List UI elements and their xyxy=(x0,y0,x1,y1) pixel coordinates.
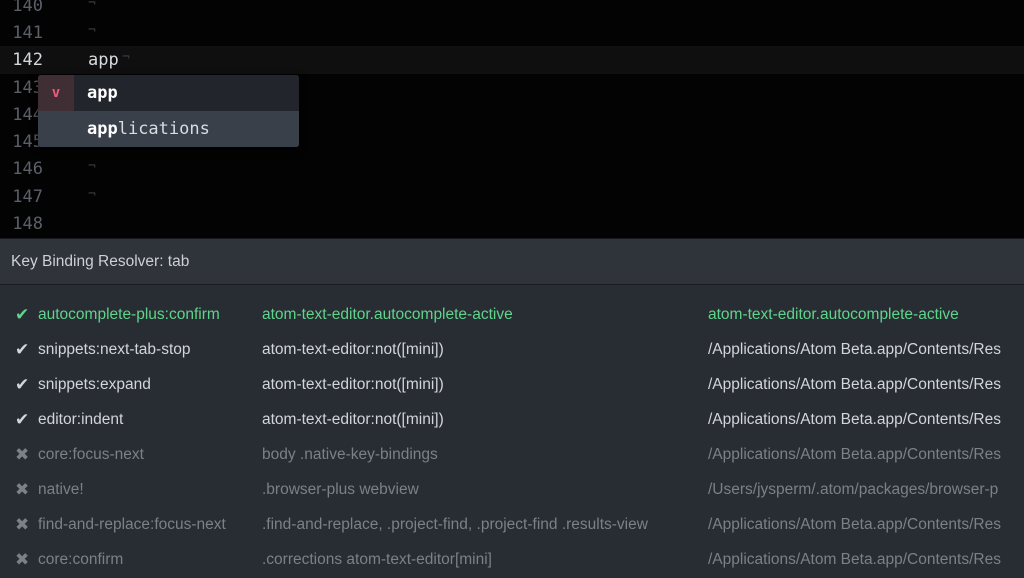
binding-source[interactable]: atom-text-editor.autocomplete-active xyxy=(708,306,959,324)
line-number: 142 xyxy=(12,50,43,70)
variable-type-badge: v xyxy=(38,75,74,111)
cross-icon: ✖ xyxy=(15,515,30,534)
binding-selector: atom-text-editor:not([mini]) xyxy=(262,376,444,393)
autocomplete-suggestion[interactable]: applications xyxy=(38,111,299,147)
resolver-header: Key Binding Resolver: tab xyxy=(0,239,1024,285)
binding-selector: .browser-plus webview xyxy=(262,481,419,498)
binding-row[interactable]: ✖ core:confirm .corrections atom-text-ed… xyxy=(0,543,1024,578)
eol-marker: ¬ xyxy=(88,0,96,11)
line-number: 144 xyxy=(12,105,43,125)
editor-line[interactable]: 147 ¬ xyxy=(0,183,1024,211)
autocomplete-suggestion-selected[interactable]: v app xyxy=(38,75,299,111)
suggestion-rest: lications xyxy=(117,119,210,139)
binding-selector: .corrections atom-text-editor[mini] xyxy=(262,551,492,568)
binding-row[interactable]: ✔ autocomplete-plus:confirm atom-text-ed… xyxy=(0,298,1024,333)
suggestion-label: applications xyxy=(87,119,210,139)
editor-line-current[interactable]: 142 app ¬ xyxy=(0,46,1024,74)
binding-selector: atom-text-editor:not([mini]) xyxy=(262,341,444,358)
binding-command: find-and-replace:focus-next xyxy=(38,516,226,533)
check-icon: ✔ xyxy=(15,305,30,324)
line-number: 147 xyxy=(12,187,43,207)
binding-row[interactable]: ✖ core:focus-next body .native-key-bindi… xyxy=(0,438,1024,473)
binding-row[interactable]: ✔ editor:indent atom-text-editor:not([mi… xyxy=(0,403,1024,438)
resolver-title: Key Binding Resolver: tab xyxy=(11,253,190,270)
editor-line[interactable]: 146 ¬ xyxy=(0,155,1024,183)
binding-row[interactable]: ✔ snippets:next-tab-stop atom-text-edito… xyxy=(0,333,1024,368)
suggestion-match: app xyxy=(87,83,118,103)
binding-source[interactable]: /Applications/Atom Beta.app/Contents/Res xyxy=(708,411,1001,429)
eol-marker: ¬ xyxy=(122,50,130,65)
binding-command: autocomplete-plus:confirm xyxy=(38,306,220,323)
binding-source[interactable]: /Applications/Atom Beta.app/Contents/Res xyxy=(708,551,1001,569)
autocomplete-popup: v app applications xyxy=(38,75,299,147)
binding-selector: atom-text-editor.autocomplete-active xyxy=(262,306,513,323)
suggestion-match: app xyxy=(87,119,118,139)
cross-icon: ✖ xyxy=(15,480,30,499)
binding-command: editor:indent xyxy=(38,411,124,428)
cross-icon: ✖ xyxy=(15,445,30,464)
check-icon: ✔ xyxy=(15,340,30,359)
binding-command: native! xyxy=(38,481,84,498)
line-number: 141 xyxy=(12,23,43,43)
binding-command: core:focus-next xyxy=(38,446,144,463)
binding-row[interactable]: ✖ native! .browser-plus webview /Users/j… xyxy=(0,473,1024,508)
check-icon: ✔ xyxy=(15,410,30,429)
check-icon: ✔ xyxy=(15,375,30,394)
eol-marker: ¬ xyxy=(88,187,96,202)
line-number: 145 xyxy=(12,132,43,152)
eol-marker: ¬ xyxy=(88,23,96,38)
binding-command: core:confirm xyxy=(38,551,124,568)
binding-command: snippets:expand xyxy=(38,376,151,393)
binding-source[interactable]: /Applications/Atom Beta.app/Contents/Res xyxy=(708,516,1001,534)
editor-line[interactable]: 148 xyxy=(0,210,1024,238)
binding-selector: atom-text-editor:not([mini]) xyxy=(262,411,444,428)
line-number: 148 xyxy=(12,214,43,234)
line-number: 143 xyxy=(12,78,43,98)
text-editor[interactable]: 140 ¬ 141 ¬ 142 app ¬ 143 144 145 146 ¬ … xyxy=(0,0,1024,238)
binding-source[interactable]: /Applications/Atom Beta.app/Contents/Res xyxy=(708,446,1001,464)
binding-source[interactable]: /Applications/Atom Beta.app/Contents/Res xyxy=(708,341,1001,359)
binding-selector: .find-and-replace, .project-find, .proje… xyxy=(262,516,648,533)
binding-command: snippets:next-tab-stop xyxy=(38,341,191,358)
binding-selector: body .native-key-bindings xyxy=(262,446,438,463)
binding-source[interactable]: /Users/jysperm/.atom/packages/browser-p xyxy=(708,481,998,499)
line-number: 140 xyxy=(12,0,43,16)
editor-line[interactable]: 141 ¬ xyxy=(0,19,1024,47)
binding-row[interactable]: ✔ snippets:expand atom-text-editor:not([… xyxy=(0,368,1024,403)
key-binding-resolver-panel: Key Binding Resolver: tab ✔ autocomplete… xyxy=(0,238,1024,578)
cross-icon: ✖ xyxy=(15,550,30,569)
binding-row[interactable]: ✖ find-and-replace:focus-next .find-and-… xyxy=(0,508,1024,543)
suggestion-label: app xyxy=(87,83,118,103)
line-text: app xyxy=(88,50,119,70)
line-number: 146 xyxy=(12,159,43,179)
eol-marker: ¬ xyxy=(88,159,96,174)
binding-source[interactable]: /Applications/Atom Beta.app/Contents/Res xyxy=(708,376,1001,394)
editor-line[interactable]: 140 ¬ xyxy=(0,0,1024,20)
atom-window: 140 ¬ 141 ¬ 142 app ¬ 143 144 145 146 ¬ … xyxy=(0,0,1024,578)
